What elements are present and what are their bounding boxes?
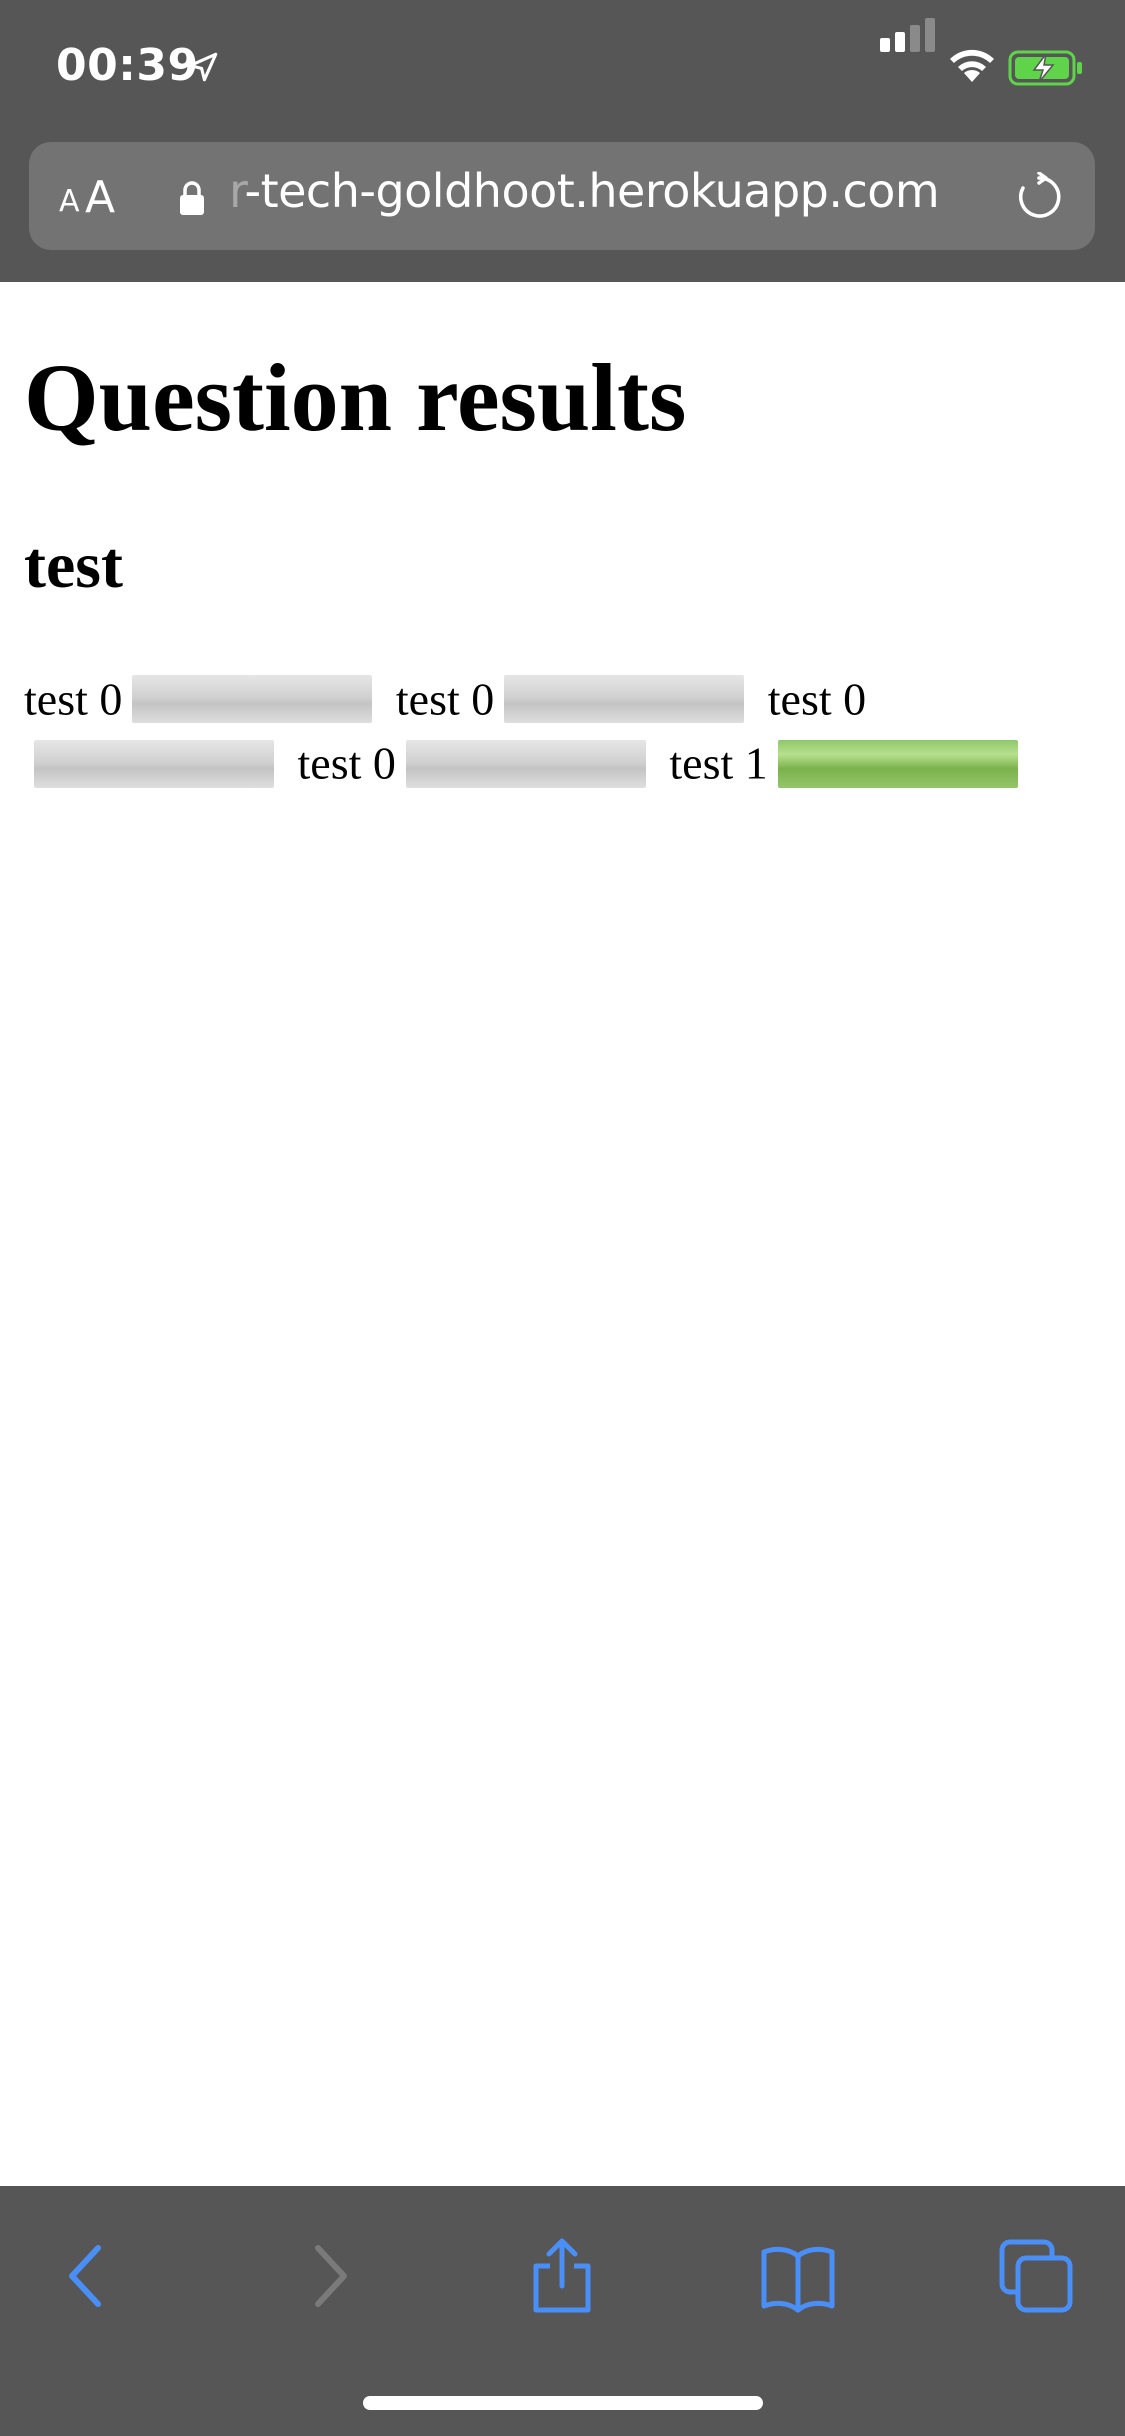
status-bar: 00:39: [0, 0, 1125, 132]
result-label: test 0: [767, 673, 867, 725]
result-bar: [34, 739, 274, 788]
back-icon[interactable]: [48, 2236, 128, 2316]
location-arrow-icon: [188, 52, 218, 82]
status-time: 00:39: [56, 40, 199, 91]
result-bar: [405, 739, 646, 788]
result-label: test 0: [24, 673, 123, 725]
share-icon[interactable]: [522, 2236, 602, 2316]
result-item: test 0: [396, 669, 756, 724]
result-label: test 1: [669, 737, 768, 789]
reload-icon[interactable]: [1014, 172, 1064, 222]
results-list: test 0 test 0 test 0 test 0 test 1: [24, 665, 1084, 794]
result-item: test 0: [298, 733, 658, 789]
address-bar[interactable]: A A r-tech-goldhoot.herokuapp.com: [29, 142, 1095, 250]
battery-charging-icon: [1008, 50, 1082, 86]
result-bar: [132, 675, 373, 724]
result-item: test 0: [24, 669, 384, 724]
browser-top-chrome: 00:39 A A r-tech-goldhoot.herokuapp.com: [0, 0, 1125, 282]
url-text[interactable]: r-tech-goldhoot.herokuapp.com: [229, 164, 940, 218]
lock-icon: [180, 181, 204, 215]
result-label: test 0: [297, 737, 396, 789]
result-bar-fill: [777, 739, 1018, 788]
forward-icon[interactable]: [288, 2236, 368, 2316]
question-title: test: [24, 529, 123, 602]
text-size-button[interactable]: A A: [59, 164, 149, 228]
wifi-icon: [950, 49, 994, 82]
result-bar: [504, 675, 745, 724]
tabs-icon[interactable]: [996, 2236, 1076, 2316]
home-indicator[interactable]: [363, 2396, 763, 2410]
result-item: test 1: [669, 733, 1029, 789]
result-bar: [777, 739, 1018, 788]
page-title: Question results: [24, 344, 687, 451]
result-label: test 0: [395, 673, 495, 725]
bookmarks-icon[interactable]: [758, 2236, 838, 2316]
